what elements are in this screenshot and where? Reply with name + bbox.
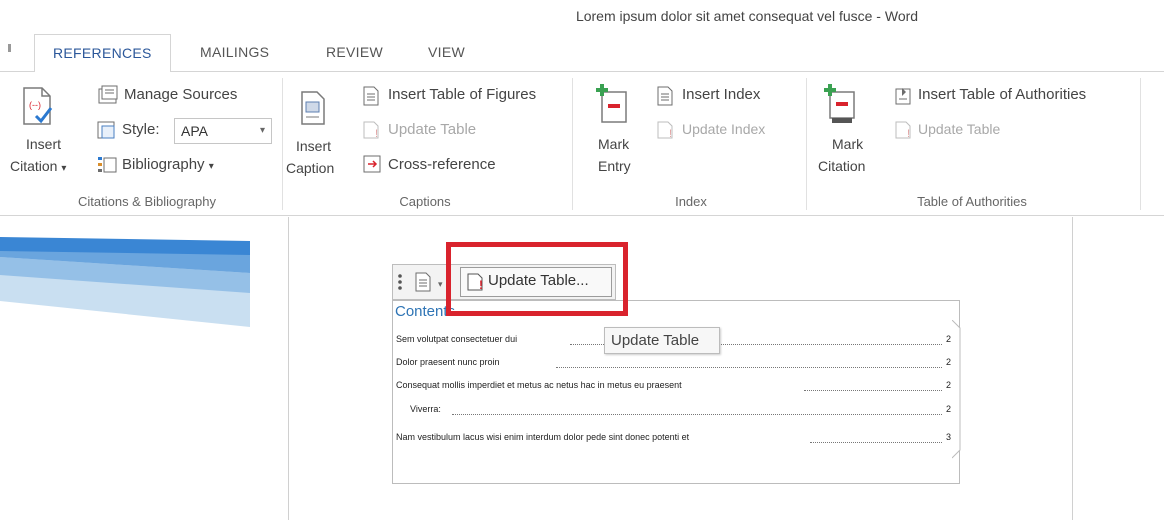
- tab-view[interactable]: VIEW: [428, 34, 465, 72]
- bibliography-button[interactable]: Bibliography ▾: [122, 156, 214, 173]
- toc-entry[interactable]: Nam vestibulum lacus wisi enim interdum …: [396, 432, 689, 442]
- highlight-frame: [446, 242, 628, 316]
- update-table-button[interactable]: Update Table: [388, 121, 476, 138]
- update-table-authorities-button[interactable]: Update Table: [918, 121, 1000, 137]
- cross-reference-icon: [362, 154, 382, 174]
- insert-table-of-authorities-icon: [894, 86, 914, 106]
- toc-leader: [452, 414, 942, 415]
- insert-index-button[interactable]: Insert Index: [682, 86, 760, 103]
- toc-page-number: 2: [946, 380, 952, 390]
- toc-entry[interactable]: Consequat mollis imperdiet et metus ac n…: [396, 380, 682, 390]
- group-label-authorities: Table of Authorities: [917, 194, 1027, 209]
- window-title: Lorem ipsum dolor sit amet consequat vel…: [575, 8, 919, 24]
- style-select[interactable]: APA ▾: [174, 118, 272, 144]
- mark-citation-label-1[interactable]: Mark: [832, 136, 863, 152]
- toc-leader: [804, 390, 942, 391]
- mark-entry-icon: [594, 82, 630, 131]
- group-label-index: Index: [675, 194, 707, 209]
- update-index-icon: !: [656, 120, 676, 140]
- group-divider: [806, 78, 807, 210]
- group-label-citations: Citations & Bibliography: [77, 194, 217, 209]
- chevron-down-icon: ▾: [61, 163, 67, 174]
- insert-caption-icon: [300, 90, 326, 131]
- mark-citation-label-2[interactable]: Citation: [818, 158, 865, 174]
- mark-entry-label-1[interactable]: Mark: [598, 136, 629, 152]
- bibliography-icon: [96, 154, 118, 174]
- insert-table-of-figures-icon: [362, 86, 380, 106]
- ribbon-tabs: REFERENCES MAILINGS REVIEW VIEW: [0, 34, 1164, 72]
- update-index-button[interactable]: Update Index: [682, 121, 765, 137]
- insert-caption-label-1[interactable]: Insert: [296, 138, 331, 154]
- field-handle-icon[interactable]: [397, 272, 403, 292]
- style-icon: [96, 120, 118, 140]
- update-table-authorities-icon: !: [894, 120, 914, 140]
- page-left-edge: [288, 217, 289, 520]
- toc-page-number: 2: [946, 404, 952, 414]
- toc-box-right-notch: [952, 320, 961, 459]
- insert-citation-label-1[interactable]: Insert: [26, 136, 61, 152]
- toc-leader: [810, 442, 942, 443]
- ribbon-references: (--) Insert Citation ▾ Manage Sources St…: [0, 72, 1164, 216]
- group-divider: [572, 78, 573, 210]
- toc-entry[interactable]: Sem volutpat consectetuer dui: [396, 334, 517, 344]
- svg-text:(--): (--): [29, 100, 41, 110]
- toc-entry[interactable]: Dolor praesent nunc proin: [396, 357, 500, 367]
- insert-caption-label-2[interactable]: Caption: [286, 160, 334, 176]
- toc-entry[interactable]: Viverra:: [410, 404, 441, 414]
- insert-table-of-figures-button[interactable]: Insert Table of Figures: [388, 86, 536, 103]
- insert-index-icon: [656, 86, 674, 106]
- group-divider: [282, 78, 283, 210]
- cross-reference-button[interactable]: Cross-reference: [388, 156, 496, 173]
- page-thumbnail[interactable]: [0, 217, 250, 520]
- insert-citation-icon: (--): [20, 86, 54, 131]
- svg-text:!: !: [907, 128, 910, 140]
- toc-leader: [556, 367, 942, 368]
- style-label: Style:: [122, 121, 160, 138]
- tab-references[interactable]: REFERENCES: [34, 34, 171, 72]
- toc-page-number: 3: [946, 432, 952, 442]
- insert-table-of-authorities-button[interactable]: Insert Table of Authorities: [918, 86, 1086, 103]
- manage-sources-icon: [96, 84, 120, 106]
- tab-review[interactable]: REVIEW: [326, 34, 383, 72]
- toc-dropdown-icon[interactable]: ▾: [438, 279, 443, 290]
- manage-sources-button[interactable]: Manage Sources: [124, 86, 237, 103]
- mark-citation-icon: [822, 82, 858, 131]
- svg-text:!: !: [375, 128, 378, 140]
- update-table-tooltip: Update Table: [604, 327, 720, 354]
- update-table-icon: !: [362, 120, 382, 140]
- tab-mailings[interactable]: MAILINGS: [200, 34, 269, 72]
- page-right-edge: [1072, 217, 1073, 520]
- group-divider: [1140, 78, 1141, 210]
- toc-page-number: 2: [946, 334, 952, 344]
- chevron-down-icon: ▾: [259, 125, 265, 136]
- toc-page-number: 2: [946, 357, 952, 367]
- mark-entry-label-2[interactable]: Entry: [598, 158, 631, 174]
- toc-document-icon[interactable]: [414, 272, 432, 292]
- group-label-captions: Captions: [399, 194, 451, 209]
- insert-citation-label-2[interactable]: Citation ▾: [10, 158, 66, 174]
- chevron-down-icon: ▾: [208, 161, 214, 172]
- svg-text:!: !: [669, 128, 672, 140]
